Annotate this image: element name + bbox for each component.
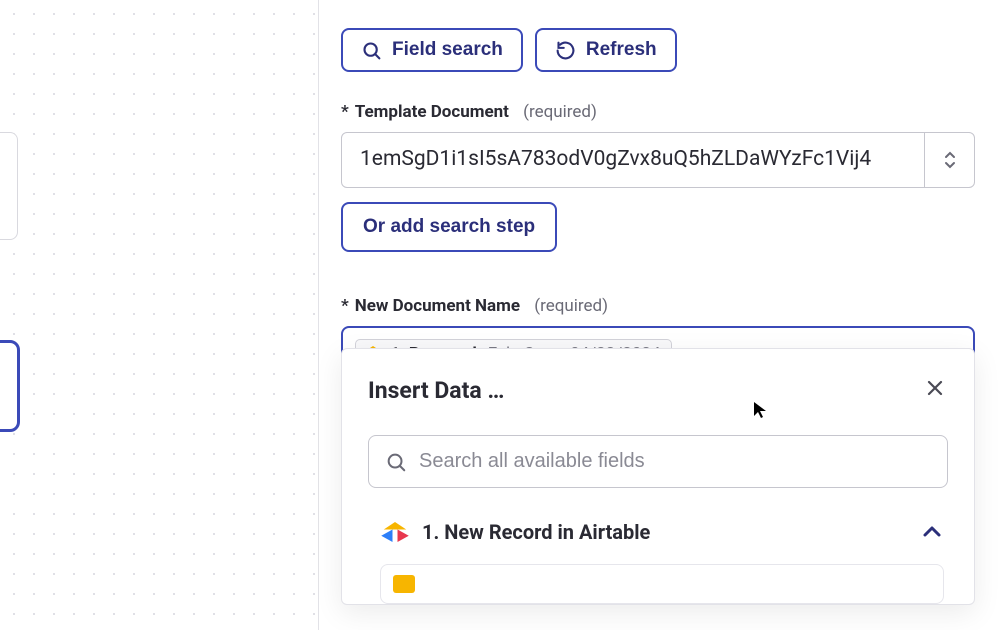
field-type-icon: [393, 575, 415, 593]
canvas-dot-grid: [0, 0, 318, 630]
doc-name-label: * New Document Name (required): [341, 296, 975, 316]
template-label: * Template Document (required): [341, 102, 975, 122]
template-select[interactable]: 1emSgD1i1sI5sA783odV0gZvx8uQ5hZLDaWYzFc1…: [341, 132, 975, 188]
refresh-button[interactable]: Refresh: [535, 28, 677, 72]
airtable-icon: [381, 520, 409, 545]
close-button[interactable]: [922, 373, 948, 407]
action-toolbar: Field search Refresh: [341, 28, 975, 72]
config-panel: Field search Refresh * Template Document …: [318, 0, 999, 630]
add-search-label: Or add search step: [363, 216, 535, 238]
insert-data-dropdown: Insert Data … 1. New Record in Airtable: [341, 348, 975, 605]
workflow-node-selected[interactable]: [0, 340, 20, 432]
required-star: *: [341, 102, 349, 122]
search-icon: [361, 40, 382, 61]
select-handle[interactable]: [924, 133, 974, 187]
template-label-text: Template Document: [355, 102, 509, 122]
add-search-step-button[interactable]: Or add search step: [341, 202, 557, 252]
template-value: 1emSgD1i1sI5sA783odV0gZvx8uQ5hZLDaWYzFc1…: [342, 133, 924, 187]
data-source-row[interactable]: 1. New Record in Airtable: [368, 512, 948, 564]
field-search-button[interactable]: Field search: [341, 28, 523, 72]
required-star: *: [341, 296, 349, 316]
source-label: 1. New Record in Airtable: [422, 520, 904, 544]
field-search-label: Field search: [392, 39, 503, 61]
refresh-label: Refresh: [586, 39, 657, 61]
search-input[interactable]: [419, 450, 931, 473]
close-icon: [926, 379, 944, 397]
field-option-row[interactable]: [380, 564, 944, 604]
updown-icon: [943, 149, 957, 171]
chevron-up-icon: [920, 520, 944, 544]
dropdown-header: Insert Data …: [368, 373, 948, 407]
workflow-node[interactable]: [0, 132, 18, 240]
dropdown-title: Insert Data …: [368, 377, 504, 404]
doc-name-label-text: New Document Name: [355, 296, 520, 316]
refresh-icon: [555, 40, 576, 61]
search-field[interactable]: [368, 435, 948, 488]
search-icon: [385, 451, 407, 473]
required-text: (required): [534, 296, 608, 316]
template-document-field: * Template Document (required) 1emSgD1i1s…: [341, 102, 975, 252]
required-text: (required): [523, 102, 597, 122]
